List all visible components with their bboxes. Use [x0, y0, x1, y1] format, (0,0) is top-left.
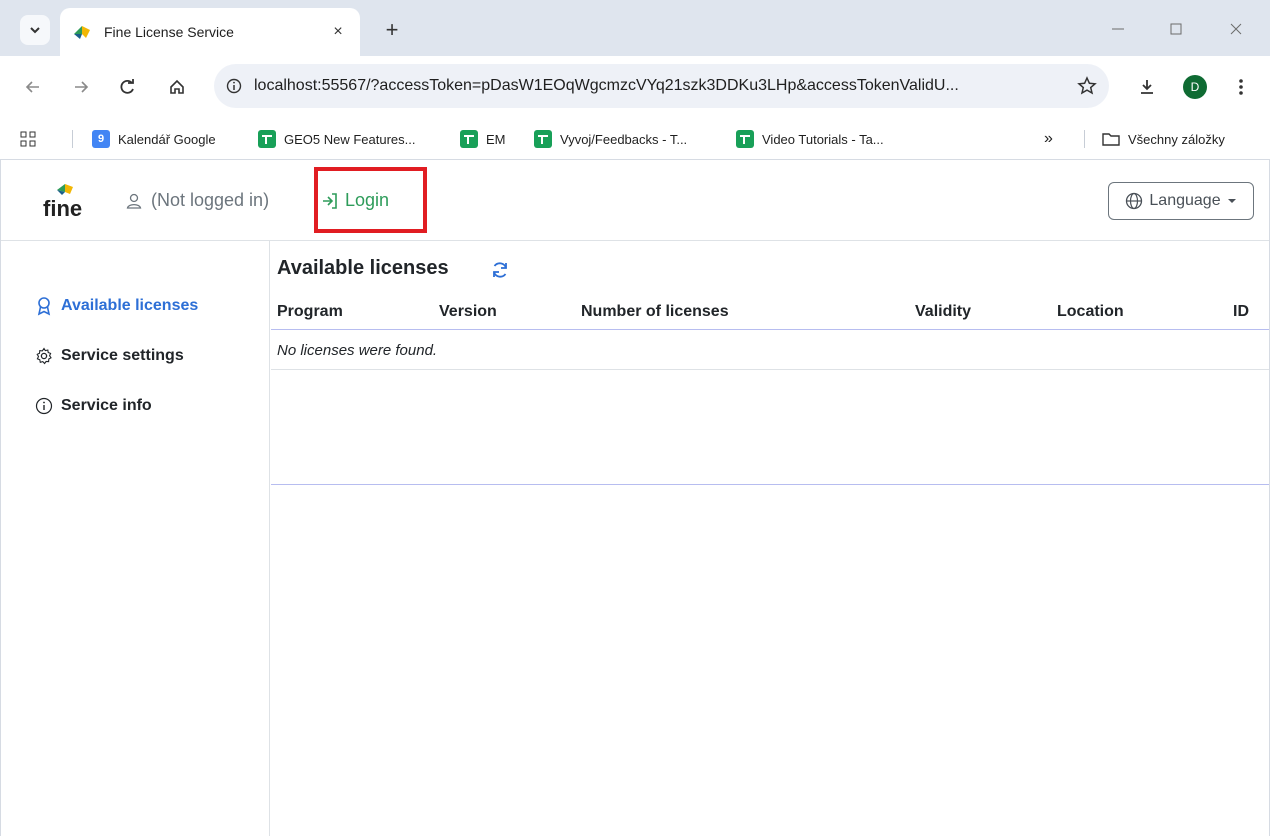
browser-chrome: Fine License Service × + localhost:55567…	[0, 0, 1270, 160]
bookmark-separator	[1084, 130, 1085, 148]
sidebar-item-label: Service settings	[61, 347, 184, 364]
language-label: Language	[1149, 192, 1221, 209]
bookmark-kalendar-google[interactable]: 9 Kalendář Google	[92, 128, 216, 150]
download-icon[interactable]	[1132, 72, 1162, 102]
close-window-icon[interactable]	[1216, 14, 1256, 44]
info-icon	[35, 397, 53, 415]
bookmark-video-tutorials[interactable]: Video Tutorials - Ta...	[736, 128, 884, 150]
award-icon	[35, 297, 53, 316]
sidebar-item-service-info[interactable]: Service info	[35, 397, 152, 415]
table-header-divider	[271, 329, 1269, 330]
fine-logo-icon: fine	[43, 184, 82, 221]
google-calendar-icon: 9	[92, 130, 110, 148]
new-tab-button[interactable]: +	[378, 16, 406, 44]
table-row-divider	[271, 369, 1269, 370]
column-header-location: Location	[1057, 303, 1124, 320]
table-bottom-divider	[271, 484, 1269, 485]
url-text[interactable]: localhost:55567/?accessToken=pDasW1EOqWg…	[254, 77, 1065, 95]
column-header-version: Version	[439, 303, 497, 320]
all-bookmarks-folder[interactable]: Všechny záložky	[1102, 128, 1225, 150]
browser-tab[interactable]: Fine License Service ×	[60, 8, 360, 56]
user-status-label: (Not logged in)	[151, 190, 270, 210]
language-dropdown[interactable]: Language	[1108, 182, 1254, 220]
bookmark-star-icon[interactable]	[1065, 76, 1109, 96]
sidebar-item-service-settings[interactable]: Service settings	[35, 347, 184, 365]
chevron-down-icon	[30, 27, 40, 34]
back-arrow-icon[interactable]	[18, 72, 48, 102]
main-content: Available licenses Program Version Numbe…	[271, 241, 1269, 836]
bookmarks-overflow-button[interactable]: »	[1044, 128, 1053, 150]
column-header-program: Program	[277, 303, 343, 320]
fine-logo-icon	[74, 26, 90, 39]
minimize-icon[interactable]	[1098, 14, 1138, 44]
bookmark-em[interactable]: EM	[460, 128, 506, 150]
gear-icon	[35, 347, 53, 365]
tab-strip: Fine License Service × +	[0, 0, 1270, 56]
refresh-icon[interactable]	[489, 259, 511, 281]
profile-avatar[interactable]: D	[1180, 72, 1210, 102]
sidebar-item-label: Service info	[61, 397, 152, 414]
tab-close-icon[interactable]: ×	[328, 22, 348, 42]
apps-grid-icon[interactable]	[20, 128, 36, 150]
maximize-icon[interactable]	[1156, 14, 1196, 44]
sheet-icon	[258, 130, 276, 148]
column-header-id: ID	[1233, 303, 1249, 320]
sidebar: Available licenses Service settings Serv…	[1, 241, 270, 836]
user-status: (Not logged in)	[125, 190, 269, 211]
brand-logo[interactable]: fine	[41, 182, 101, 222]
reload-icon[interactable]	[112, 72, 142, 102]
bookmark-geo5-new-features[interactable]: GEO5 New Features...	[258, 128, 416, 150]
address-bar[interactable]: localhost:55567/?accessToken=pDasW1EOqWg…	[214, 64, 1109, 108]
brand-name: fine	[43, 196, 82, 221]
sidebar-item-label: Available licenses	[61, 297, 199, 314]
app-navbar: fine (Not logged in) Login Language	[1, 160, 1269, 241]
login-highlight-box	[314, 167, 427, 233]
browser-toolbar: localhost:55567/?accessToken=pDasW1EOqWg…	[0, 56, 1270, 118]
home-icon[interactable]	[162, 72, 192, 102]
bookmark-separator	[72, 130, 73, 148]
browser-menu-icon[interactable]	[1226, 72, 1256, 102]
sheet-icon	[460, 130, 478, 148]
tab-search-button[interactable]	[20, 15, 50, 45]
sheet-icon	[736, 130, 754, 148]
globe-icon	[1126, 192, 1143, 210]
bookmarks-bar: 9 Kalendář Google GEO5 New Features... E…	[0, 118, 1270, 160]
column-header-number-of-licenses: Number of licenses	[581, 303, 729, 320]
page-title: Available licenses	[277, 257, 449, 279]
empty-table-message: No licenses were found.	[277, 342, 438, 359]
app-page: fine (Not logged in) Login Language Avai…	[0, 160, 1270, 836]
sidebar-item-available-licenses[interactable]: Available licenses	[35, 297, 199, 316]
sheet-icon	[534, 130, 552, 148]
forward-arrow-icon[interactable]	[66, 72, 96, 102]
person-icon	[126, 193, 142, 209]
site-info-icon[interactable]	[214, 78, 254, 94]
column-header-validity: Validity	[915, 303, 972, 320]
bookmark-vyvoj-feedbacks[interactable]: Vyvoj/Feedbacks - T...	[534, 128, 687, 150]
tab-title: Fine License Service	[104, 24, 234, 40]
folder-icon	[1102, 130, 1120, 148]
caret-down-icon	[1227, 199, 1236, 203]
